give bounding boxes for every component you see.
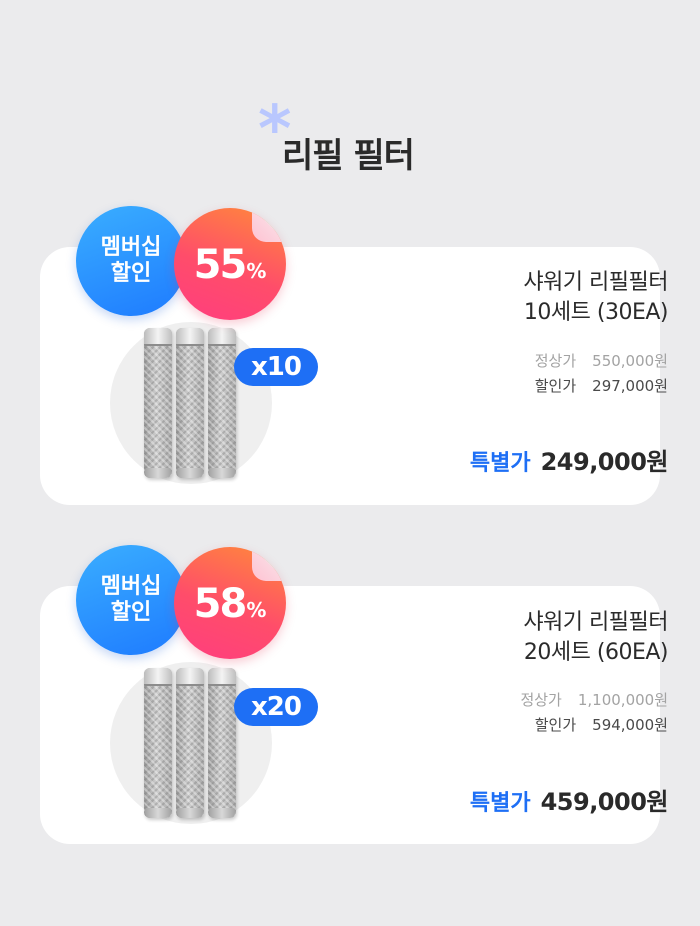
quantity-badge: x20	[234, 688, 318, 726]
discount-rate-percent: %	[246, 259, 267, 283]
member-badge-line1: 멤버십	[100, 235, 162, 260]
product-name-line2: 20세트 (60EA)	[523, 640, 669, 665]
product-name-line2: 10세트 (30EA)	[523, 300, 669, 325]
special-price-value: 249,000원	[540, 448, 669, 476]
member-badge-line1: 멤버십	[100, 574, 162, 599]
member-badge-line2: 할인	[110, 261, 152, 286]
regular-price-row: 정상가 1,100,000원	[520, 689, 668, 711]
special-price-label: 특별가	[469, 451, 531, 476]
filter-product-image	[140, 328, 240, 478]
member-badge-line2: 할인	[110, 600, 152, 625]
regular-price-label: 정상가	[534, 352, 577, 370]
discount-rate-badge: 58 %	[174, 547, 286, 659]
discount-rate-badge: 55 %	[174, 208, 286, 320]
special-price-value: 459,000원	[540, 788, 669, 816]
sticker-curl-icon	[252, 208, 286, 242]
product-name-line1: 샤워기 리필필터	[523, 610, 668, 635]
regular-price-value: 550,000원	[592, 352, 668, 370]
section-title: 리필 필터	[282, 136, 415, 176]
discount-rate-percent: %	[246, 598, 267, 622]
filter-product-image	[140, 668, 240, 818]
regular-price-row: 정상가 550,000원	[535, 350, 668, 372]
special-price-row: 특별가 459,000원	[469, 786, 669, 821]
quantity-badge: x10	[234, 348, 318, 386]
sticker-curl-icon	[252, 547, 286, 581]
discount-price-label: 할인가	[534, 716, 577, 734]
regular-price-value: 1,100,000원	[577, 691, 668, 709]
discount-price-row: 할인가 297,000원	[535, 375, 668, 397]
discount-price-value: 297,000원	[592, 377, 668, 395]
product-name: 샤워기 리필필터 10세트 (30EA)	[523, 268, 668, 328]
product-name: 샤워기 리필필터 20세트 (60EA)	[523, 608, 668, 668]
member-discount-badge: 멤버십 할인	[76, 206, 186, 316]
discount-rate-number: 55	[193, 242, 248, 288]
discount-rate-number: 58	[193, 581, 248, 627]
product-name-line1: 샤워기 리필필터	[523, 270, 668, 295]
special-price-label: 특별가	[469, 791, 531, 816]
discount-price-row: 할인가 594,000원	[535, 714, 668, 736]
special-price-row: 특별가 249,000원	[469, 446, 669, 481]
discount-price-value: 594,000원	[592, 716, 668, 734]
discount-price-label: 할인가	[534, 377, 577, 395]
regular-price-label: 정상가	[520, 691, 562, 709]
member-discount-badge: 멤버십 할인	[76, 545, 186, 655]
